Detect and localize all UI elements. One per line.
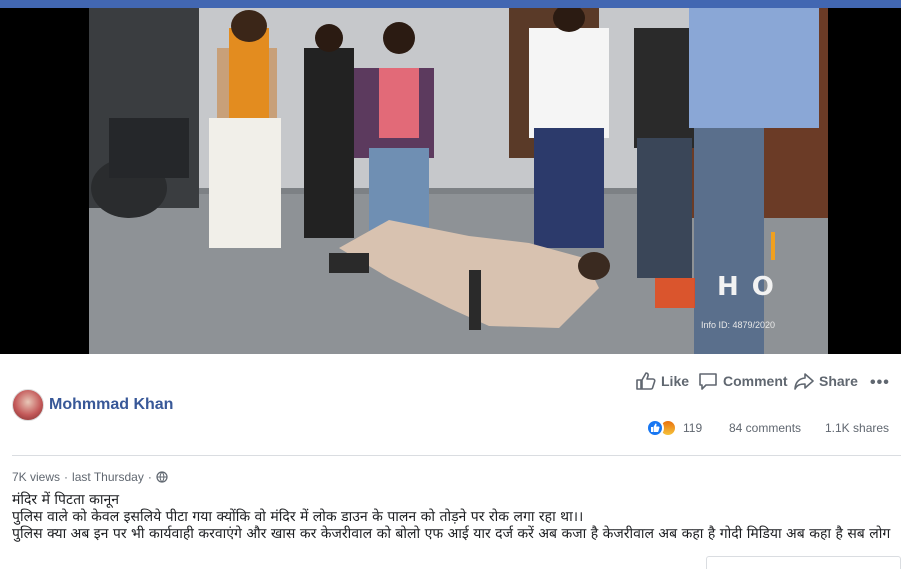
video-watermark-sub: Info ID: 4879/2020 (701, 320, 776, 330)
comment-button[interactable]: Comment (698, 372, 788, 390)
chat-tab-edge[interactable] (706, 556, 901, 569)
share-label: Share (819, 373, 858, 389)
post-author: Mohmmad Khan (12, 389, 173, 421)
reaction-count: 119 (683, 421, 703, 435)
video-player[interactable]: H O Info ID: 4879/2020 (0, 8, 901, 354)
top-bar (0, 0, 901, 8)
post-line: पुलिस वाले को केवल इसलिये पीटा गया क्यों… (12, 509, 584, 525)
post-body: मंदिर में पिटता कानून पुलिस वाले को केवल… (12, 492, 892, 543)
comments-count-link[interactable]: 84 comments (729, 421, 801, 435)
video-watermark: H O (717, 272, 776, 302)
globe-icon (156, 471, 168, 483)
share-arrow-icon (794, 373, 814, 390)
video-scene-image (89, 8, 828, 354)
like-button[interactable]: Like (636, 372, 689, 390)
thumbs-up-icon (636, 372, 656, 390)
reactions-summary[interactable]: 119 (646, 419, 702, 437)
shares-count-link[interactable]: 1.1K shares (825, 421, 889, 435)
comment-label: Comment (723, 373, 788, 389)
avatar[interactable] (12, 389, 44, 421)
like-label: Like (661, 373, 690, 389)
comment-bubble-icon (699, 373, 717, 390)
divider (12, 455, 901, 456)
post-meta: 7K views · last Thursday · (12, 470, 168, 484)
like-reaction-icon (646, 419, 664, 437)
meta-separator: · (147, 470, 152, 484)
post-timestamp[interactable]: last Thursday (72, 470, 144, 484)
post-line: पुलिस क्या अब इन पर भी कार्यवाही करवाएंग… (12, 526, 891, 542)
video-frame[interactable]: H O Info ID: 4879/2020 (89, 8, 828, 354)
post-stats: 119 84 comments 1.1K shares (0, 419, 901, 439)
more-options-button[interactable]: ••• (870, 374, 890, 392)
author-name-link[interactable]: Mohmmad Khan (49, 396, 173, 414)
post-line: मंदिर में पिटता कानून (12, 492, 120, 508)
views-count: 7K views (12, 470, 61, 484)
meta-separator: · (64, 470, 69, 484)
share-button[interactable]: Share (794, 372, 858, 390)
